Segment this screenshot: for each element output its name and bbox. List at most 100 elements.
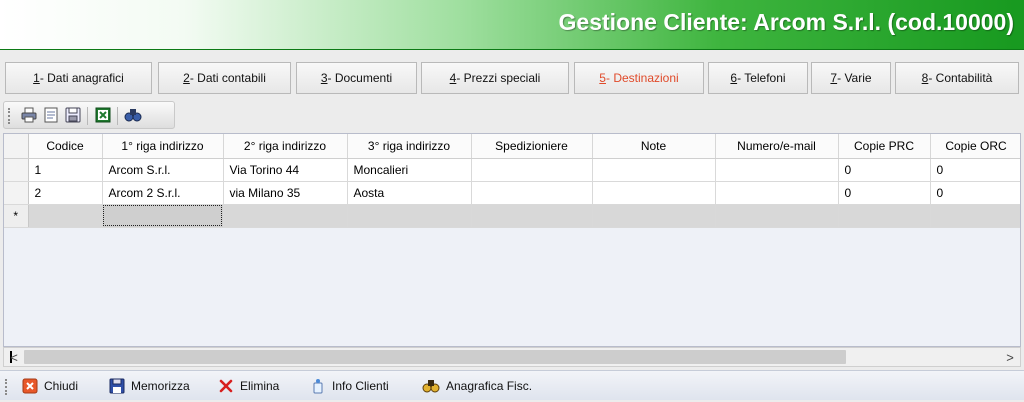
new-cell[interactable] [930,204,1020,228]
row-header[interactable] [4,158,29,182]
new-row[interactable]: * [4,204,1020,228]
new-cell-selected[interactable] [102,204,224,228]
cell-numero-email[interactable] [715,158,839,182]
table-row[interactable]: 2 Arcom 2 S.r.l. via Milano 35 Aosta 0 0 [4,181,1020,205]
cell-codice[interactable]: 1 [28,158,103,182]
tab-key: 7 [830,71,838,85]
cell-numero-email[interactable] [715,181,839,205]
new-cell[interactable] [347,204,472,228]
tab-label: - Contabilità [928,71,993,85]
toolbar-grip [5,379,8,395]
title-bar: Gestione Cliente: Arcom S.r.l. (cod.1000… [0,0,1024,50]
memorizza-label: Memorizza [131,379,190,393]
print-preview-icon [44,107,58,123]
anagrafica-fisc-label: Anagrafica Fisc. [446,379,533,393]
tab-dati-contabili[interactable]: 2 - Dati contabili [158,62,291,94]
cell-copie-orc[interactable]: 0 [930,158,1020,182]
print-preview-button[interactable] [42,106,60,124]
column-header-copie-orc[interactable]: Copie ORC [930,134,1020,159]
anagrafica-fisc-button[interactable]: Anagrafica Fisc. [422,376,532,396]
column-header-note[interactable]: Note [592,134,716,159]
tab-contabilita[interactable]: 8 - Contabilità [895,62,1019,94]
cell-riga2[interactable]: via Milano 35 [223,181,348,205]
memorizza-button[interactable]: Memorizza [109,376,190,396]
cell-note[interactable] [592,181,716,205]
window-title: Gestione Cliente: Arcom S.r.l. (cod.1000… [558,9,1014,35]
scrollbar-thumb[interactable] [24,350,846,364]
column-header-copie-prc[interactable]: Copie PRC [838,134,931,159]
save-button[interactable] [64,106,82,124]
print-icon [21,107,37,123]
cell-copie-orc[interactable]: 0 [930,181,1020,205]
info-clienti-button[interactable]: Info Clienti [310,376,389,396]
destinations-table: Codice 1° riga indirizzo 2° riga indiriz… [4,134,1020,228]
new-cell[interactable] [223,204,348,228]
cell-riga3[interactable]: Moncalieri [347,158,472,182]
tab-key: 2 [183,71,190,85]
new-cell[interactable] [28,204,103,228]
elimina-button[interactable]: Elimina [218,376,279,396]
tab-key: 6 [730,71,738,85]
cell-note[interactable] [592,158,716,182]
row-header[interactable] [4,181,29,205]
column-header-numero-email[interactable]: Numero/e-mail [715,134,839,159]
close-button[interactable]: Chiudi [22,376,78,396]
binoculars-icon [422,380,440,393]
new-cell[interactable] [592,204,716,228]
cell-spedizioniere[interactable] [471,158,593,182]
cell-riga1[interactable]: Arcom 2 S.r.l. [102,181,224,205]
tab-label: - Dati contabili [189,71,266,85]
excel-export-icon [95,107,111,123]
elimina-label: Elimina [240,379,280,393]
delete-icon [219,379,233,393]
scroll-right-button[interactable]: > [1001,349,1019,365]
close-label: Chiudi [44,379,79,393]
tab-dati-anagrafici[interactable]: 1 - Dati anagrafici [5,62,152,94]
cell-riga1[interactable]: Arcom S.r.l. [102,158,224,182]
tab-label: - Dati anagrafici [39,71,124,85]
column-header-riga3[interactable]: 3° riga indirizzo [347,134,472,159]
tab-label: - Varie [837,71,872,85]
cell-copie-prc[interactable]: 0 [838,158,931,182]
new-row-marker[interactable]: * [4,204,29,228]
info-icon [313,379,323,394]
column-header-codice[interactable]: Codice [28,134,103,159]
bottom-toolbar: Chiudi Memorizza Elimina Info Clienti An… [0,370,1024,400]
new-cell[interactable] [471,204,593,228]
toolbar-grip [8,108,11,124]
grid-toolbar [3,101,175,129]
cell-spedizioniere[interactable] [471,181,593,205]
tab-label: - Destinazioni [605,71,679,85]
scroll-left-button[interactable]: < [5,349,23,365]
cell-codice[interactable]: 2 [28,181,103,205]
save-icon [109,378,125,394]
horizontal-scrollbar[interactable]: < > [3,347,1021,367]
cell-riga2[interactable]: Via Torino 44 [223,158,348,182]
tab-documenti[interactable]: 3 - Documenti [296,62,417,94]
tab-destinazioni[interactable]: 5 - Destinazioni [574,62,704,94]
new-cell[interactable] [838,204,931,228]
save-icon [65,107,81,123]
table-row[interactable]: 1 Arcom S.r.l. Via Torino 44 Moncalieri … [4,158,1020,182]
tab-prezzi-speciali[interactable]: 4 - Prezzi speciali [421,62,569,94]
excel-export-button[interactable] [94,106,112,124]
column-header-spedizioniere[interactable]: Spedizioniere [471,134,593,159]
toolbar-separator [87,107,88,125]
row-header-corner[interactable] [4,134,29,159]
new-cell[interactable] [715,204,839,228]
column-header-riga2[interactable]: 2° riga indirizzo [223,134,348,159]
cell-copie-prc[interactable]: 0 [838,181,931,205]
grid-header-row: Codice 1° riga indirizzo 2° riga indiriz… [4,134,1020,159]
print-button[interactable] [20,106,38,124]
tab-key: 8 [921,71,929,85]
cell-riga3[interactable]: Aosta [347,181,472,205]
destinations-grid: Codice 1° riga indirizzo 2° riga indiriz… [3,133,1021,347]
close-icon [22,378,38,394]
find-button[interactable] [124,106,142,124]
tab-telefoni[interactable]: 6 - Telefoni [708,62,808,94]
tab-key: 1 [33,71,40,85]
column-header-riga1[interactable]: 1° riga indirizzo [102,134,224,159]
tab-varie[interactable]: 7 - Varie [811,62,891,94]
tab-label: - Documenti [327,71,393,85]
find-icon [124,109,142,122]
